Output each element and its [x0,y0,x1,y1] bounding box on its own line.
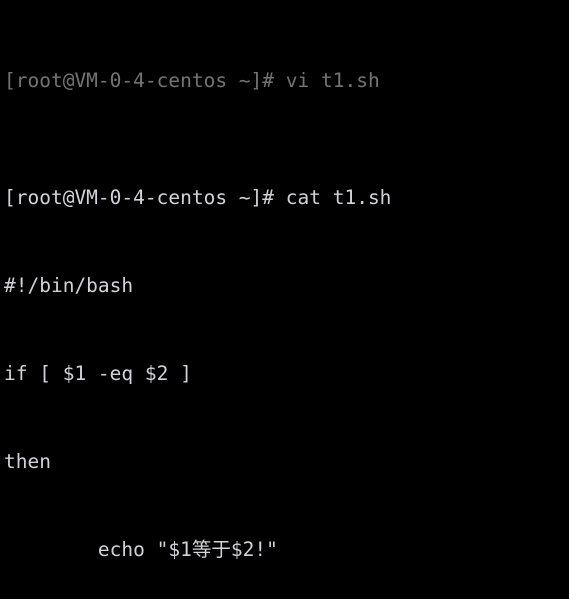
terminal-line-scrolled-off: [root@VM-0-4-centos ~]# vi t1.sh [4,68,380,92]
terminal-line-echo-equal: echo "$1等于$2!" [4,537,278,561]
terminal-window[interactable]: [root@VM-0-4-centos ~]# vi t1.sh [root@V… [0,0,569,599]
terminal-line-command-cat: [root@VM-0-4-centos ~]# cat t1.sh [4,186,392,210]
terminal-line-if-eq: if [ $1 -eq $2 ] [4,361,192,385]
terminal-line-then-1: then [4,449,51,473]
terminal-screen[interactable]: [root@VM-0-4-centos ~]# vi t1.sh [root@V… [4,0,569,599]
cjk-text: 等于 [191,537,231,561]
terminal-line-shebang: #!/bin/bash [4,273,134,297]
